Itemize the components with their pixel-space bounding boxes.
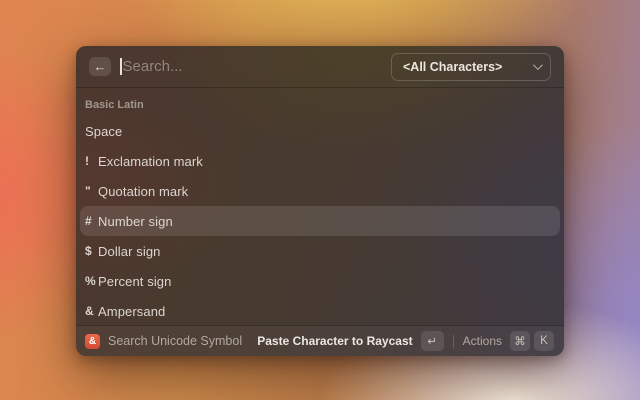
return-key-icon: ↵	[421, 331, 444, 351]
raycast-window: ← <All Characters> Basic Latin Space!Exc…	[76, 46, 564, 356]
k-key-icon: K	[534, 331, 554, 351]
character-name: Exclamation mark	[98, 154, 203, 169]
character-glyph: !	[85, 154, 98, 168]
command-key-icon: ⌘	[510, 331, 530, 351]
search-bar: ← <All Characters>	[76, 46, 564, 88]
footer-divider	[453, 335, 454, 348]
chevron-down-icon	[533, 60, 543, 70]
character-name: Ampersand	[98, 304, 165, 319]
list-item[interactable]: #Number sign	[80, 206, 560, 236]
character-glyph: &	[85, 304, 98, 318]
character-name: Dollar sign	[98, 244, 161, 259]
character-name: Number sign	[98, 214, 173, 229]
extension-name: Search Unicode Symbol	[108, 334, 242, 348]
list-item[interactable]: "Quotation mark	[80, 176, 560, 206]
search-input[interactable]	[123, 58, 392, 75]
character-set-dropdown[interactable]: <All Characters>	[391, 53, 551, 81]
character-name: Quotation mark	[98, 184, 188, 199]
character-name: Space	[85, 124, 122, 139]
character-list: Basic Latin Space!Exclamation mark"Quota…	[76, 88, 564, 326]
list-item[interactable]: !Exclamation mark	[80, 146, 560, 176]
dropdown-value: <All Characters>	[403, 60, 502, 74]
text-cursor	[120, 58, 122, 75]
character-glyph: "	[85, 184, 98, 198]
list-item[interactable]: $Dollar sign	[80, 236, 560, 266]
actions-button[interactable]: Actions	[463, 334, 502, 348]
back-button[interactable]: ←	[89, 57, 111, 76]
section-header: Basic Latin	[80, 93, 560, 116]
extension-icon: &	[85, 334, 100, 349]
desktop-wallpaper: { "window": { "search": { "placeholder":…	[0, 0, 640, 400]
character-glyph: #	[85, 214, 98, 228]
character-name: Percent sign	[98, 274, 171, 289]
list-item[interactable]: Space	[80, 116, 560, 146]
list-rows: Space!Exclamation mark"Quotation mark#Nu…	[80, 116, 560, 326]
primary-action-button[interactable]: Paste Character to Raycast	[257, 334, 412, 348]
character-glyph: %	[85, 274, 98, 288]
list-item[interactable]: %Percent sign	[80, 266, 560, 296]
footer-bar: & Search Unicode Symbol Paste Character …	[76, 325, 564, 356]
character-glyph: $	[85, 244, 98, 258]
list-item[interactable]: &Ampersand	[80, 296, 560, 326]
